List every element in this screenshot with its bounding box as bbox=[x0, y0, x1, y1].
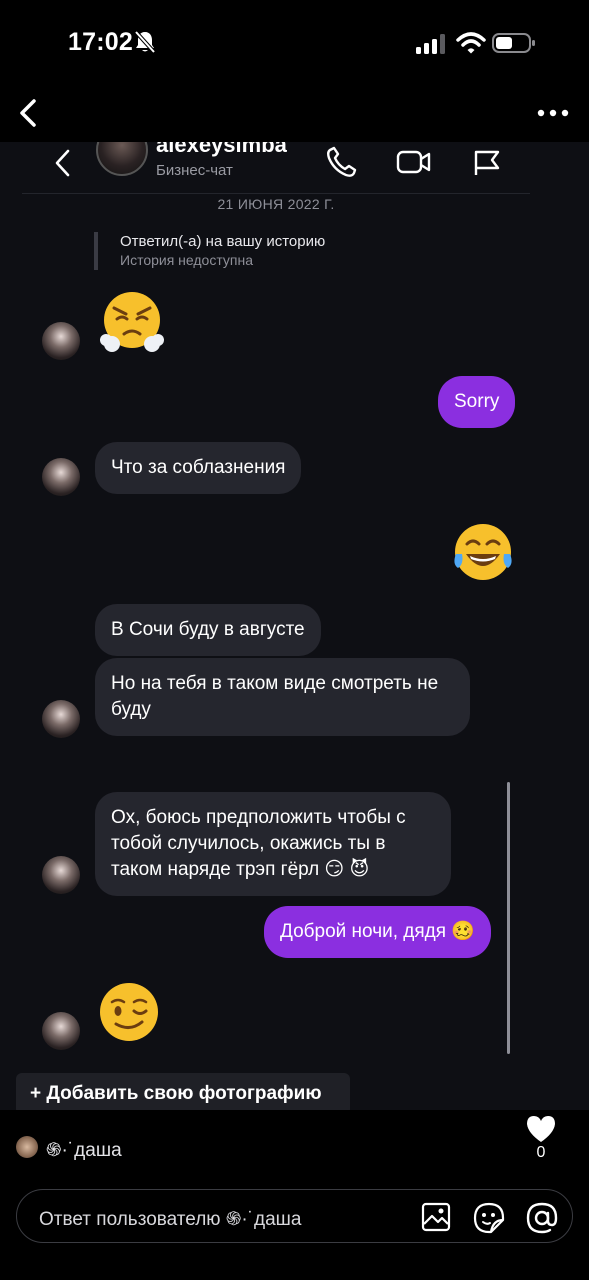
more-horizontal-icon[interactable] bbox=[536, 106, 570, 120]
incoming-message: Но на тебя в таком виде смотреть не буду bbox=[95, 658, 470, 736]
story-reply-reference: Ответил(-а) на вашу историю История недо… bbox=[94, 232, 325, 270]
winking-face-emoji bbox=[100, 983, 158, 1041]
chat-contact-subtitle: Бизнес-чат bbox=[156, 162, 233, 179]
incoming-message: В Сочи буду в августе bbox=[95, 604, 321, 656]
status-bar: 17:02 bbox=[0, 0, 589, 86]
heart-icon[interactable] bbox=[525, 1114, 557, 1144]
battery-icon bbox=[492, 33, 535, 53]
sender-avatar bbox=[42, 856, 80, 894]
back-icon bbox=[55, 149, 70, 177]
face-with-tears-of-joy-emoji bbox=[454, 524, 512, 580]
story-top-bar bbox=[0, 86, 589, 142]
story-screenshot: alexeysimba Бизнес-чат 21 ИЮНЯ 2022 Г. О… bbox=[0, 142, 589, 1110]
outgoing-message: Доброй ночи, дядя 🥴 bbox=[264, 906, 491, 958]
cellular-signal-icon bbox=[416, 34, 445, 54]
incoming-message: Что за соблазнения bbox=[95, 442, 302, 494]
reply-placeholder: Ответ пользователю ֍·˙даша bbox=[39, 1209, 302, 1230]
flag-icon bbox=[474, 150, 500, 175]
wifi-icon bbox=[456, 32, 486, 54]
sender-avatar bbox=[42, 322, 80, 360]
sticker-icon[interactable] bbox=[473, 1202, 505, 1234]
scrollbar[interactable] bbox=[507, 782, 510, 1054]
chat-avatar bbox=[96, 142, 148, 176]
story-reply-input[interactable]: Ответ пользователю ֍·˙даша bbox=[16, 1189, 573, 1243]
header-divider bbox=[22, 193, 530, 194]
chat-contact-name: alexeysimba bbox=[156, 142, 287, 157]
story-reply-subtitle: История недоступна bbox=[120, 252, 254, 268]
image-gallery-icon[interactable] bbox=[421, 1202, 451, 1232]
sender-avatar bbox=[42, 700, 80, 738]
outgoing-message: Sorry bbox=[438, 376, 516, 428]
chevron-left-icon[interactable] bbox=[14, 96, 44, 130]
story-reply-title: Ответил(-а) на вашу историю bbox=[120, 233, 326, 250]
incoming-message: Ох, боюсь предположить чтобы с тобой слу… bbox=[95, 792, 451, 896]
bell-slash-icon bbox=[134, 30, 156, 54]
story-footer: ֍·˙даша 0 Ответ пользователю ֍·˙даша bbox=[0, 1110, 589, 1280]
chat-header: alexeysimba Бизнес-чат bbox=[0, 142, 589, 194]
like-count: 0 bbox=[536, 1144, 546, 1161]
at-sign-icon[interactable] bbox=[526, 1202, 558, 1234]
date-separator: 21 ИЮНЯ 2022 Г. bbox=[217, 196, 335, 212]
sender-avatar bbox=[42, 1012, 80, 1050]
video-camera-icon bbox=[396, 150, 431, 174]
add-photo-button[interactable]: + Добавить свою фотографию bbox=[16, 1073, 350, 1110]
viewer-username: ֍·˙даша bbox=[46, 1140, 122, 1161]
face-with-steam-from-nose-emoji bbox=[100, 292, 164, 352]
status-time: 17:02 bbox=[68, 28, 133, 56]
phone-icon bbox=[327, 146, 357, 177]
viewer-avatar bbox=[16, 1136, 38, 1158]
sender-avatar bbox=[42, 458, 80, 496]
